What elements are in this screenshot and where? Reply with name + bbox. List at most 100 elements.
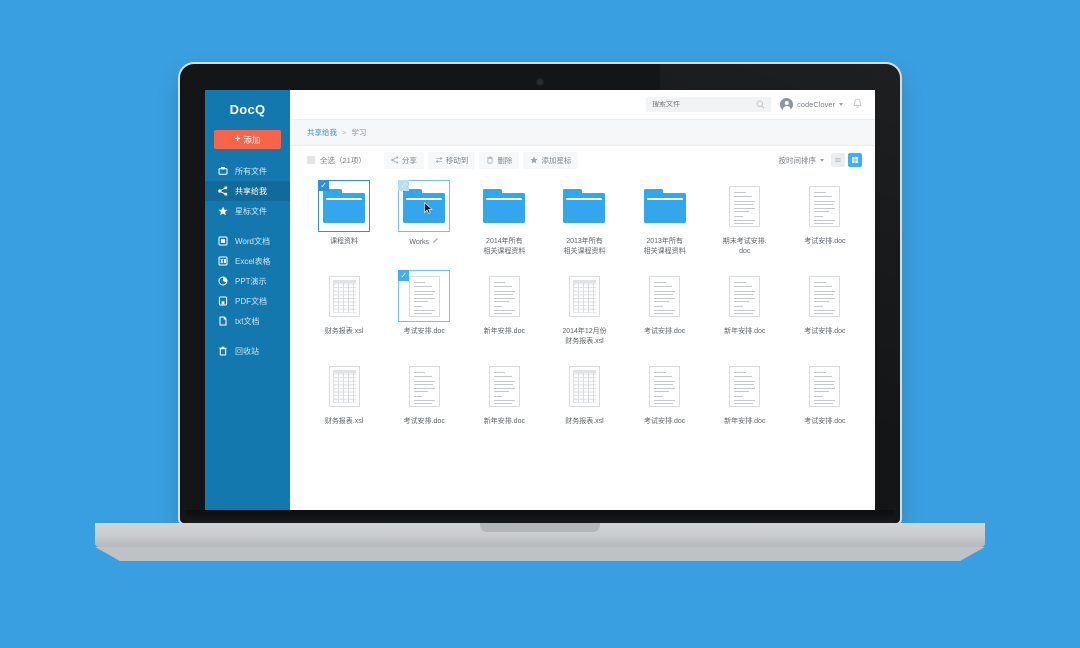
file-thumbnail[interactable] bbox=[478, 180, 530, 232]
file-item[interactable]: 新年安排.doc bbox=[705, 270, 785, 360]
file-item[interactable]: 考试安排.doc bbox=[785, 270, 865, 360]
file-item[interactable]: 新年安排.doc bbox=[464, 270, 544, 360]
file-thumbnail[interactable] bbox=[558, 270, 610, 322]
file-thumbnail[interactable] bbox=[318, 360, 370, 412]
file-item[interactable]: 考试安排.doc bbox=[785, 360, 865, 450]
file-item[interactable]: ✓ 考试安排.doc bbox=[384, 270, 464, 360]
file-item[interactable]: 2014年12月份 财务报表.xsl bbox=[544, 270, 624, 360]
user-name: codeClover bbox=[797, 100, 835, 109]
list-view-icon bbox=[835, 157, 841, 163]
txt-icon bbox=[218, 316, 228, 326]
file-item[interactable]: 财务报表.xsl bbox=[544, 360, 624, 450]
trash-icon bbox=[218, 346, 228, 356]
file-thumbnail[interactable] bbox=[799, 270, 851, 322]
file-thumbnail[interactable] bbox=[398, 360, 450, 412]
selected-checkbox-icon[interactable]: ✓ bbox=[398, 270, 410, 281]
sidebar-item-all-files[interactable]: 所有文件 bbox=[205, 161, 290, 181]
action-label: 分享 bbox=[401, 155, 417, 165]
app-logo: DocQ bbox=[229, 101, 266, 117]
file-thumbnail[interactable] bbox=[639, 270, 691, 322]
file-item[interactable]: 考试安排.doc bbox=[384, 360, 464, 450]
sidebar-item-shared-with-me[interactable]: 共享给我 bbox=[205, 181, 290, 201]
file-thumbnail[interactable] bbox=[719, 270, 771, 322]
star-icon bbox=[530, 156, 538, 164]
sidebar-item-recycle-bin[interactable]: 回收站 bbox=[205, 341, 290, 361]
add-button[interactable]: + 添加 bbox=[214, 130, 281, 149]
doc-thumbnail bbox=[809, 365, 841, 407]
file-item[interactable]: 2013年所有 相关课程资料 bbox=[625, 180, 705, 270]
docq-app: DocQ + 添加 所有文件 共享给我 星标文件 Word文档 Excel表格 … bbox=[205, 90, 875, 518]
file-item[interactable]: 2013年所有 相关课程资料 bbox=[544, 180, 624, 270]
file-thumbnail[interactable] bbox=[558, 360, 610, 412]
delete-button[interactable]: 删除 bbox=[479, 151, 520, 169]
file-thumbnail[interactable] bbox=[799, 180, 851, 232]
breadcrumb-parent[interactable]: 共享给我 bbox=[307, 127, 337, 138]
file-thumbnail[interactable] bbox=[478, 270, 530, 322]
file-name: 新年安排.doc bbox=[724, 328, 766, 335]
webcam-icon bbox=[537, 79, 543, 85]
selected-checkbox-icon[interactable]: ✓ bbox=[318, 180, 330, 191]
folder-icon bbox=[563, 189, 606, 223]
doc-thumbnail bbox=[408, 365, 440, 407]
doc-thumbnail bbox=[729, 275, 761, 317]
file-thumbnail[interactable] bbox=[639, 180, 691, 232]
file-item[interactable]: 考试安排.doc bbox=[625, 270, 705, 360]
file-thumbnail[interactable] bbox=[799, 360, 851, 412]
view-toggle bbox=[831, 153, 862, 167]
file-item[interactable]: ✓ 课程资料 bbox=[304, 180, 384, 270]
hover-checkbox-icon[interactable]: ✓ bbox=[398, 180, 410, 191]
file-thumbnail[interactable]: ✓ bbox=[398, 270, 451, 322]
file-item[interactable]: 新年安排.doc bbox=[464, 360, 544, 450]
file-name: 新年安排.doc bbox=[483, 418, 525, 425]
file-thumbnail[interactable] bbox=[478, 360, 530, 412]
doc-thumbnail bbox=[729, 185, 761, 227]
file-grid: ✓ 课程资料 ✓ Works 2014年所有 相关课程资料 2013年所有 相关课程资料 201… bbox=[290, 174, 875, 518]
list-view-button[interactable] bbox=[831, 153, 845, 167]
pencil-icon[interactable] bbox=[432, 237, 439, 248]
spreadsheet-thumbnail bbox=[568, 275, 600, 317]
grid-view-button[interactable] bbox=[848, 153, 862, 167]
move-to-button[interactable]: 移动到 bbox=[427, 151, 476, 169]
user-menu[interactable]: codeClover bbox=[780, 98, 843, 111]
action-label: 删除 bbox=[497, 155, 513, 165]
sidebar-item-excel[interactable]: Excel表格 bbox=[205, 251, 290, 271]
file-item[interactable]: 考试安排.doc bbox=[625, 360, 705, 450]
file-thumbnail[interactable] bbox=[719, 360, 771, 412]
doc-thumbnail bbox=[649, 275, 681, 317]
sort-dropdown[interactable]: 按时间排序 bbox=[779, 155, 824, 166]
file-item[interactable]: 财务报表.xsl bbox=[304, 270, 384, 360]
sidebar-label: Word文档 bbox=[235, 236, 270, 246]
search-input[interactable] bbox=[652, 101, 753, 108]
file-name: 考试安排.doc bbox=[804, 328, 846, 335]
file-name: 考试安排.doc bbox=[403, 418, 445, 425]
file-thumbnail[interactable] bbox=[558, 180, 610, 232]
sidebar-label: PPT演示 bbox=[235, 276, 267, 286]
file-name: 考试安排.doc bbox=[644, 328, 686, 335]
file-thumbnail[interactable] bbox=[639, 360, 691, 412]
file-item[interactable]: 考试安排.doc bbox=[785, 180, 865, 270]
file-item[interactable]: 财务报表.xsl bbox=[304, 360, 384, 450]
file-thumbnail[interactable]: ✓ bbox=[318, 180, 371, 232]
file-thumbnail[interactable] bbox=[719, 180, 771, 232]
file-item[interactable]: 期末考试安排. doc bbox=[705, 180, 785, 270]
search-box[interactable] bbox=[646, 97, 772, 112]
sidebar-item-starred[interactable]: 星标文件 bbox=[205, 201, 290, 221]
sidebar-item-txt[interactable]: txt文档 bbox=[205, 311, 290, 331]
sidebar-nav: 所有文件 共享给我 星标文件 Word文档 Excel表格 PPT演示 PDF文… bbox=[205, 161, 290, 361]
chevron-down-icon bbox=[839, 103, 843, 106]
bell-icon[interactable] bbox=[852, 96, 863, 114]
file-item[interactable]: ✓ Works bbox=[384, 180, 464, 270]
plus-icon: + bbox=[234, 133, 241, 145]
laptop-hinge bbox=[185, 510, 895, 524]
add-star-button[interactable]: 添加星标 bbox=[523, 151, 579, 169]
share-button[interactable]: 分享 bbox=[383, 151, 424, 169]
select-all-checkbox[interactable]: 全选（21项） bbox=[307, 155, 366, 166]
sidebar-item-pdf[interactable]: PDF文档 bbox=[205, 291, 290, 311]
file-item[interactable]: 新年安排.doc bbox=[705, 360, 785, 450]
nav-divider bbox=[205, 331, 290, 341]
file-thumbnail[interactable]: ✓ bbox=[398, 180, 451, 232]
sidebar-item-word[interactable]: Word文档 bbox=[205, 231, 290, 251]
sidebar-item-ppt[interactable]: PPT演示 bbox=[205, 271, 290, 291]
file-item[interactable]: 2014年所有 相关课程资料 bbox=[464, 180, 544, 270]
file-thumbnail[interactable] bbox=[318, 270, 370, 322]
